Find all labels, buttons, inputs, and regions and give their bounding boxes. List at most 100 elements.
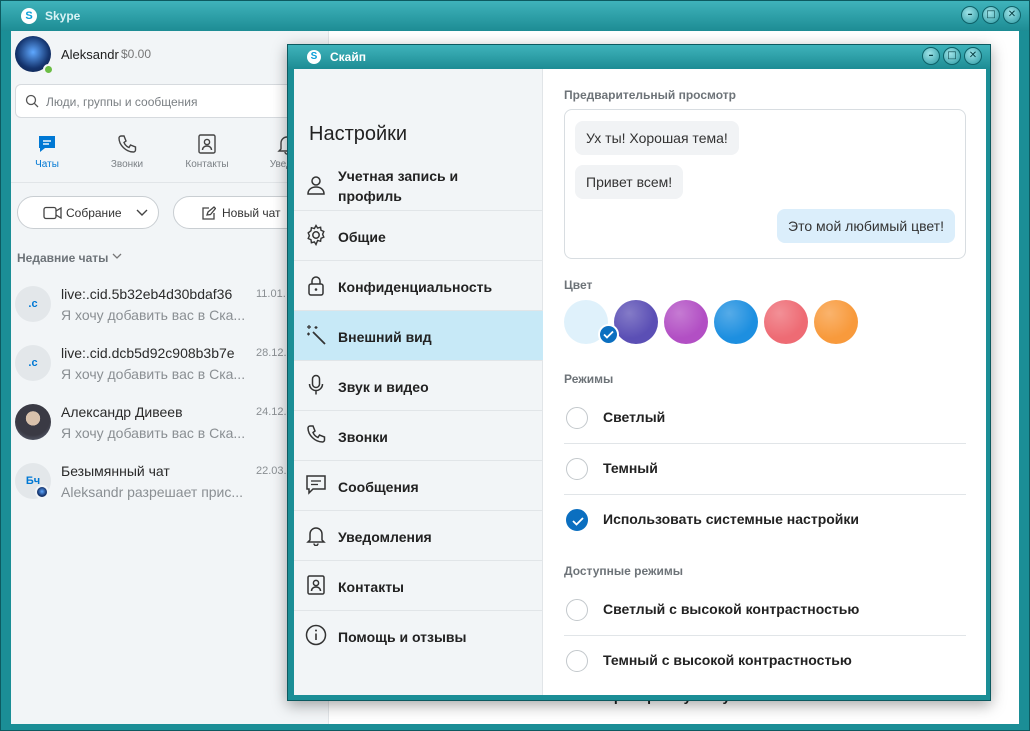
chevron-down-icon xyxy=(136,209,148,216)
settings-item-label: Внешний вид xyxy=(338,329,432,345)
mode-option-light[interactable]: Светлый xyxy=(564,393,966,444)
chat-icon xyxy=(39,136,55,152)
recent-chats-header[interactable]: Недавние чаты xyxy=(17,251,108,265)
tab-chats[interactable]: Чаты xyxy=(17,133,77,170)
divider xyxy=(11,182,328,183)
settings-item-notifications[interactable]: Уведомления xyxy=(294,511,543,561)
video-camera-icon xyxy=(43,206,62,220)
settings-item-label: Помощь и отзывы xyxy=(338,629,467,645)
settings-item-privacy[interactable]: Конфиденциальность xyxy=(294,261,543,311)
avatar-badge xyxy=(35,485,49,499)
settings-item-label: Звонки xyxy=(338,429,388,445)
close-button[interactable]: ✕ xyxy=(1003,6,1021,24)
chat-date: 28.12. xyxy=(256,347,287,359)
checkmark-icon xyxy=(598,324,619,345)
chat-title: Александр Дивеев xyxy=(61,404,183,420)
radio-button[interactable] xyxy=(566,458,588,480)
phone-icon xyxy=(307,425,326,443)
window-controls: – □ ✕ xyxy=(922,47,982,65)
settings-item-contacts[interactable]: Контакты xyxy=(294,561,543,611)
chat-date: 11.01. xyxy=(256,288,286,300)
color-swatch[interactable] xyxy=(614,300,658,344)
color-swatch[interactable] xyxy=(764,300,808,344)
phone-icon xyxy=(118,135,137,153)
window-controls: – □ ✕ xyxy=(961,6,1021,24)
theme-preview: Ух ты! Хорошая тема! Привет всем! Это мо… xyxy=(564,109,966,259)
settings-item-audio-video[interactable]: Звук и видео xyxy=(294,361,543,411)
radio-button[interactable] xyxy=(566,650,588,672)
mode-option-label: Светлый xyxy=(603,409,666,425)
preview-label: Предварительный просмотр xyxy=(564,88,736,102)
settings-item-calls[interactable]: Звонки xyxy=(294,411,543,461)
close-button[interactable]: ✕ xyxy=(964,47,982,65)
preview-message-outgoing: Это мой любимый цвет! xyxy=(777,209,955,243)
sidebar: Aleksandr $0.00 Люди, группы и сообщения… xyxy=(11,31,329,724)
gear-icon xyxy=(307,224,325,246)
mode-option-dark[interactable]: Темный xyxy=(564,444,966,495)
dialog-title: Скайп xyxy=(330,50,366,64)
person-icon xyxy=(307,176,325,195)
minimize-button[interactable]: – xyxy=(922,47,940,65)
radio-button[interactable] xyxy=(566,599,588,621)
main-title-bar[interactable]: S Skype – □ ✕ xyxy=(1,1,1029,31)
settings-item-label: Звук и видео xyxy=(338,379,429,395)
color-swatch[interactable] xyxy=(664,300,708,344)
info-icon xyxy=(305,624,327,646)
settings-item-label: Контакты xyxy=(338,579,405,595)
settings-item-label: Сообщения xyxy=(338,479,419,495)
maximize-button[interactable]: □ xyxy=(943,47,961,65)
tab-calls[interactable]: Звонки xyxy=(97,133,157,170)
meeting-button[interactable]: Собрание xyxy=(17,196,159,229)
list-item[interactable]: .c live:.cid.dcb5d92c908b3b7e 28.12. Я х… xyxy=(11,337,328,393)
online-status-icon xyxy=(43,64,54,75)
radio-button[interactable] xyxy=(566,407,588,429)
skype-credit[interactable]: $0.00 xyxy=(121,47,151,61)
tab-contacts[interactable]: Контакты xyxy=(177,133,237,170)
chevron-down-icon[interactable] xyxy=(112,253,122,260)
color-swatch[interactable] xyxy=(714,300,758,344)
settings-item-general[interactable]: Общие xyxy=(294,211,543,261)
chat-title: live:.cid.5b32eb4d30bdaf36 xyxy=(61,286,233,302)
chat-preview: Aleksandr разрешает прис... xyxy=(61,484,244,500)
minimize-button[interactable]: – xyxy=(961,6,979,24)
tab-chats-label: Чаты xyxy=(35,159,59,170)
checkmark-icon xyxy=(572,517,584,526)
lock-icon xyxy=(308,276,324,296)
settings-client-area: Настройки Учетная запись ипрофиль Общие xyxy=(294,69,986,695)
color-swatch[interactable] xyxy=(814,300,858,344)
maximize-button[interactable]: □ xyxy=(982,6,1000,24)
available-modes-label: Доступные режимы xyxy=(564,564,683,578)
contacts-icon xyxy=(307,575,325,595)
list-item[interactable]: .c live:.cid.5b32eb4d30bdaf36 11.01. Я х… xyxy=(11,278,328,334)
tab-calls-label: Звонки xyxy=(110,159,144,170)
settings-item-help[interactable]: Помощь и отзывы xyxy=(294,611,543,661)
appearance-panel: Предварительный просмотр Ух ты! Хорошая … xyxy=(544,69,986,695)
search-placeholder: Люди, группы и сообщения xyxy=(46,95,198,109)
chat-preview: Я хочу добавить вас в Ска... xyxy=(61,425,246,441)
settings-item-messages[interactable]: Сообщения xyxy=(294,461,543,511)
settings-item-appearance[interactable]: Внешний вид xyxy=(294,311,543,361)
settings-item-label: Конфиденциальность xyxy=(338,279,493,295)
avatar: .c xyxy=(15,286,51,322)
chat-title: Безымянный чат xyxy=(61,463,170,479)
settings-item-account[interactable]: Учетная запись и профиль xyxy=(294,161,543,211)
settings-title-bar[interactable]: S Скайп – □ ✕ xyxy=(288,45,990,69)
skype-logo-icon: S xyxy=(21,8,37,24)
settings-item-label: Учетная запись и профиль xyxy=(338,168,459,204)
list-item[interactable]: Александр Дивеев 24.12. Я хочу добавить … xyxy=(11,396,328,452)
preview-message-incoming: Ух ты! Хорошая тема! xyxy=(575,121,739,155)
chat-date: 22.03. xyxy=(256,465,287,477)
mode-option-label: Темный xyxy=(603,460,658,476)
list-item[interactable]: Бч Безымянный чат 22.03. Aleksandr разре… xyxy=(11,455,328,511)
mode-option-system[interactable]: Использовать системные настройки xyxy=(564,495,966,546)
color-label: Цвет xyxy=(564,278,593,292)
window-title: Skype xyxy=(45,9,81,23)
avatar: .c xyxy=(15,345,51,381)
mode-option-light-high-contrast[interactable]: Светлый с высокой контрастностью xyxy=(564,585,966,636)
mode-option-dark-high-contrast[interactable]: Темный с высокой контрастностью xyxy=(564,636,966,687)
profile-name[interactable]: Aleksandr xyxy=(61,47,119,62)
radio-button[interactable] xyxy=(566,509,588,531)
settings-item-label: Общие xyxy=(338,229,386,245)
modes-label: Режимы xyxy=(564,372,614,386)
search-input[interactable]: Люди, группы и сообщения xyxy=(15,84,328,118)
